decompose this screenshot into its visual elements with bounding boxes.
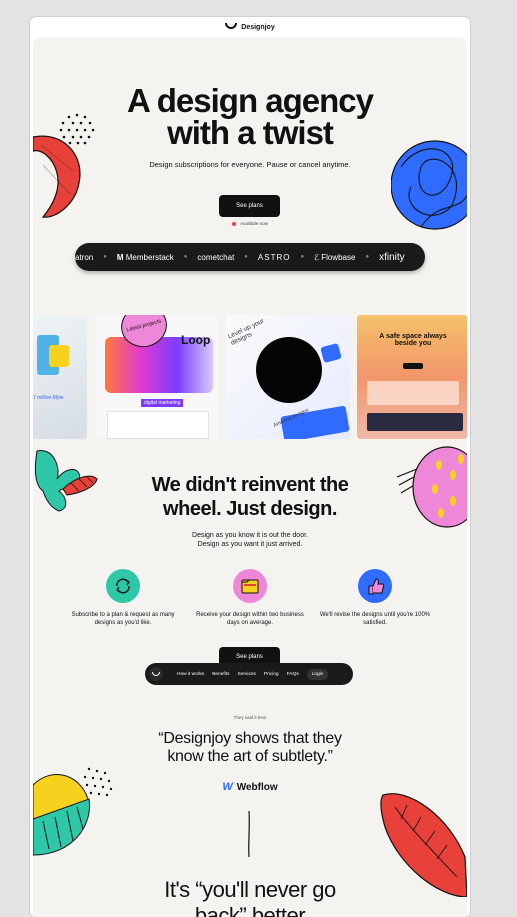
- landing-page: A design agency with a twist Design subs…: [33, 37, 467, 917]
- memberstack-m-icon: M: [116, 252, 126, 262]
- logo-flowbase: ℰ Flowbase: [314, 252, 356, 262]
- testimonial-kicker: They said it best: [233, 715, 267, 720]
- nav-faqs[interactable]: FAQs: [287, 672, 299, 677]
- bottom-nav-bar: How it works Benefits Services Pricing F…: [145, 663, 353, 685]
- logo-cometchat: cometchat: [197, 252, 235, 262]
- card4-features: [367, 381, 459, 405]
- brand-name[interactable]: Designjoy: [241, 24, 274, 31]
- thumbs-up-icon: [358, 569, 392, 603]
- site-topbar: Designjoy: [30, 17, 470, 37]
- logo-flowbase-label: Flowbase: [321, 252, 356, 262]
- logo-xfinity: xfinity: [379, 251, 405, 263]
- hero-title: A design agency with a twist: [33, 82, 467, 151]
- card3-black-sphere: [256, 337, 322, 403]
- feature-receive: Receive your design within two business …: [190, 569, 310, 627]
- section-title-line1: We didn't reinvent the: [151, 474, 349, 496]
- logo-astro: ASTRO: [257, 252, 291, 262]
- hero-title-line1: A design agency: [126, 82, 374, 119]
- logo-separator: ●: [300, 254, 305, 260]
- section-title: We didn't reinvent the wheel. Just desig…: [33, 473, 467, 521]
- project-card-1[interactable]: 7 million Myte: [33, 315, 87, 439]
- card1-text: 7 million Myte: [33, 395, 64, 401]
- card3-chip: [320, 342, 342, 364]
- designjoy-logo-icon: [225, 22, 238, 29]
- project-card-4[interactable]: A safe space always beside you: [357, 315, 467, 439]
- refresh-icon: [106, 569, 140, 603]
- availability-text: Available now: [240, 221, 268, 226]
- company-name: Webflow: [236, 781, 278, 793]
- logo-atron: atron: [75, 252, 94, 262]
- card2-tag: digital marketing: [141, 399, 184, 407]
- section-sub-line1: Design as you know it is out the door.: [192, 532, 308, 539]
- logo-separator: ●: [365, 254, 370, 260]
- quote-line2: know the art of subtlety.”: [167, 748, 333, 765]
- project-card-2[interactable]: Loop digital marketing Latest projects: [95, 315, 218, 439]
- feature-subscribe-text: Subscribe to a plan & request as many de…: [71, 612, 175, 626]
- card2-heading: Loop: [181, 333, 211, 347]
- quote-line1: “Designjoy shows that they: [158, 730, 342, 747]
- yellow-teal-shape: [33, 767, 113, 856]
- testimonial-quote: “Designjoy shows that they know the art …: [33, 730, 467, 766]
- client-logo-strip: atron ● M Memberstack ● cometchat ● ASTR…: [75, 243, 425, 271]
- nav-benefits[interactable]: Benefits: [212, 672, 229, 677]
- availability-status: Available now: [33, 221, 467, 226]
- logo-separator: ●: [103, 254, 107, 260]
- card4-footer-bar: [367, 413, 463, 431]
- feature-revise-text: We'll revise the designs until you're 10…: [319, 612, 431, 626]
- bottom-title-line2: back” better: [194, 903, 306, 917]
- nav-logo-icon[interactable]: [149, 667, 163, 681]
- browser-window: Designjoy A design agency with a twist D…: [30, 17, 470, 917]
- hero-subtitle: Design subscriptions for everyone. Pause…: [149, 160, 351, 169]
- nav-services[interactable]: Services: [238, 672, 256, 677]
- logo-separator: ●: [244, 254, 248, 260]
- section-title-line2: wheel. Just design.: [163, 498, 337, 520]
- logo-memberstack-label: Memberstack: [125, 252, 174, 262]
- smile-icon: [152, 672, 160, 676]
- project-cards-carousel: 7 million Myte Loop digital marketing La…: [33, 315, 467, 441]
- card4-heading: A safe space always beside you: [379, 333, 447, 347]
- card1-graphic-b: [49, 345, 69, 367]
- feature-receive-text: Receive your design within two business …: [196, 612, 304, 626]
- webflow-logo-icon: W: [222, 781, 233, 793]
- nav-pricing[interactable]: Pricing: [264, 672, 279, 677]
- bottom-section-title: It's “you'll never go back” better: [33, 877, 467, 917]
- logo-separator: ●: [183, 254, 188, 260]
- nav-login-button[interactable]: Login: [306, 668, 329, 680]
- card4-button: [403, 363, 423, 369]
- bottom-title-line1: It's “you'll never go: [164, 877, 336, 902]
- card3-panel: [280, 405, 350, 439]
- project-card-3[interactable]: Level up your designs Amazing designs: [226, 315, 350, 439]
- section-sub-line2: Design as you want it just arrived.: [197, 541, 303, 548]
- section-subtitle: Design as you know it is out the door. D…: [33, 531, 467, 549]
- logo-memberstack: M Memberstack: [117, 253, 174, 262]
- feature-revise: We'll revise the designs until you're 10…: [315, 569, 435, 627]
- card3-text: Level up your designs: [226, 317, 266, 347]
- feature-subscribe: Subscribe to a plan & request as many de…: [63, 569, 183, 627]
- see-plans-button[interactable]: See plans: [219, 195, 280, 217]
- folder-icon: [233, 569, 267, 603]
- card2-panel: [107, 411, 209, 439]
- status-dot-icon: [232, 221, 237, 226]
- nav-how-it-works[interactable]: How it works: [177, 672, 204, 677]
- hero-title-line2: with a twist: [167, 114, 334, 151]
- divider-stroke: [248, 810, 250, 858]
